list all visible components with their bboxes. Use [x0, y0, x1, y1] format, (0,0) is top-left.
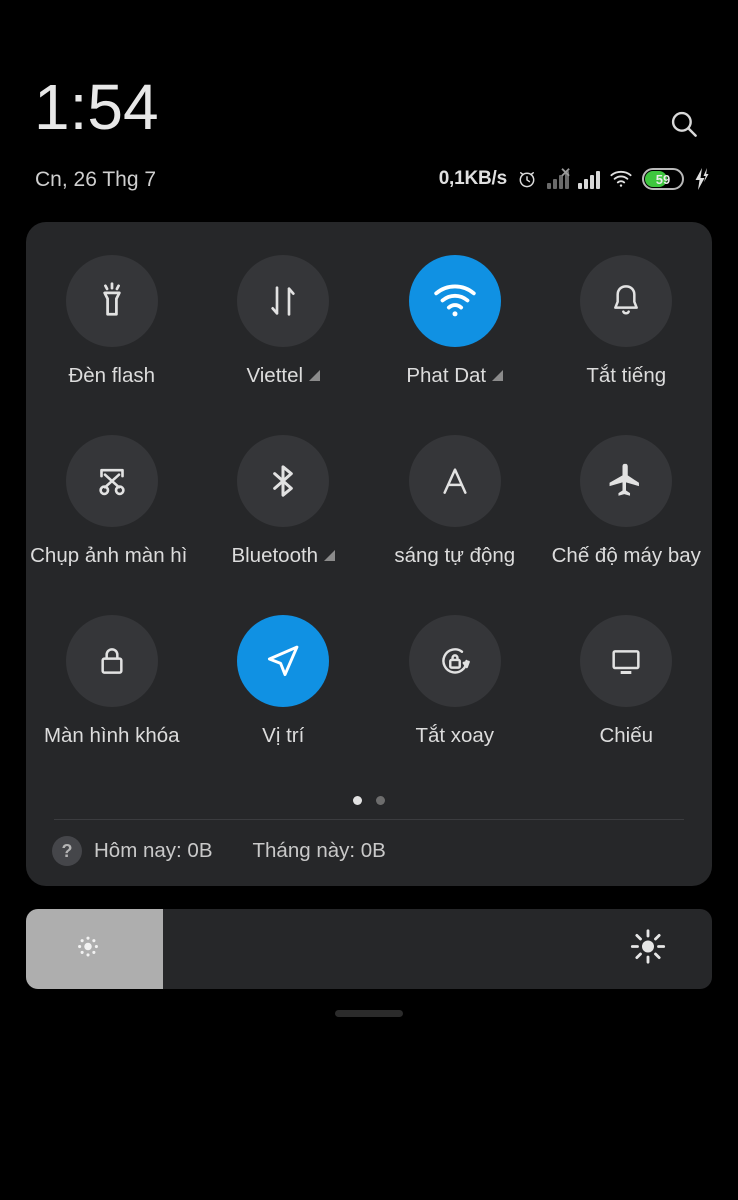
battery-percent-label: 59 [655, 171, 671, 187]
tile-screenshot[interactable]: Chụp ảnh màn hì [26, 432, 198, 612]
brightness-high-icon [628, 927, 668, 972]
tile-label: Tắt tiếng [586, 364, 667, 387]
quick-settings-panel: Đèn flash Viettel Phat Dat Tắt tiếng Chụ… [26, 222, 712, 886]
tile-row: Chụp ảnh màn hì Bluetooth sáng tự động C… [26, 432, 712, 612]
location-arrow-icon[interactable] [237, 615, 330, 707]
tile-mute[interactable]: Tắt tiếng [541, 252, 713, 432]
tile-wifi[interactable]: Phat Dat [369, 252, 541, 432]
rotation-lock-icon[interactable] [408, 615, 501, 707]
tile-row: Màn hình khóa Vị trí Tắt xoay Chiếu [26, 612, 712, 792]
chevron-expand-icon[interactable] [324, 549, 336, 561]
search-icon[interactable] [660, 100, 708, 148]
brightness-slider[interactable] [26, 909, 712, 989]
screenshot-icon[interactable] [65, 435, 158, 527]
clock: 1:54 [34, 71, 159, 143]
tile-label: Viettel [246, 364, 321, 388]
tile-label: Màn hình khóa [43, 724, 180, 747]
alarm-clock-icon [516, 168, 538, 190]
flashlight-icon[interactable] [65, 255, 158, 347]
tile-label: sáng tự động [394, 544, 516, 567]
data-usage-month: Tháng này: 0B [252, 839, 386, 862]
tile-label: Phat Dat [406, 364, 504, 388]
chevron-expand-icon[interactable] [492, 369, 504, 381]
network-speed-label: 0,1KB/s [438, 168, 508, 189]
tile-label: Chế độ máy bay [551, 544, 701, 567]
data-usage-bar[interactable]: ? Hôm nay: 0B Tháng này: 0B [52, 836, 386, 866]
divider [54, 819, 684, 820]
airplane-icon[interactable] [580, 435, 673, 527]
tile-location[interactable]: Vị trí [198, 612, 370, 792]
data-usage-today: Hôm nay: 0B [94, 839, 213, 862]
signal-bars-icon [578, 169, 600, 189]
tile-bluetooth[interactable]: Bluetooth [198, 432, 370, 612]
status-header: 1:54 Cn, 26 Thg 7 0,1KB/s ✕ 59 [0, 0, 738, 215]
tile-label: Chiếu [599, 724, 654, 747]
tile-auto-brightness[interactable]: sáng tự động [369, 432, 541, 612]
tile-cast[interactable]: Chiếu [541, 612, 713, 792]
tile-grid: Đèn flash Viettel Phat Dat Tắt tiếng Chụ… [26, 252, 712, 792]
quick-settings-screen: 1:54 Cn, 26 Thg 7 0,1KB/s ✕ 59 Đèn flash… [0, 0, 738, 1200]
page-dot-1[interactable] [353, 796, 362, 805]
tile-label: Chụp ảnh màn hì [30, 544, 188, 567]
page-indicator [26, 796, 712, 805]
bell-icon[interactable] [580, 255, 673, 347]
bluetooth-icon[interactable] [237, 435, 330, 527]
wifi-icon [609, 169, 633, 189]
cast-screen-icon[interactable] [580, 615, 673, 707]
mobile-data-icon[interactable] [237, 255, 330, 347]
tile-airplane-mode[interactable]: Chế độ máy bay [541, 432, 713, 612]
tile-label: Tắt xoay [415, 724, 495, 747]
charging-bolt-icon [693, 168, 712, 190]
signal-no-service-icon: ✕ [547, 166, 571, 189]
tile-lock-screen[interactable]: Màn hình khóa [26, 612, 198, 792]
battery-icon: 59 [642, 168, 684, 190]
chevron-expand-icon[interactable] [309, 369, 321, 381]
tile-flashlight[interactable]: Đèn flash [26, 252, 198, 432]
wifi-icon[interactable] [408, 255, 501, 347]
date-label: Cn, 26 Thg 7 [35, 168, 157, 191]
question-mark-icon[interactable]: ? [52, 836, 82, 866]
tile-row: Đèn flash Viettel Phat Dat Tắt tiếng [26, 252, 712, 432]
tile-label: Bluetooth [231, 544, 336, 568]
status-icons: 0,1KB/s ✕ 59 [439, 166, 712, 192]
tile-label: Đèn flash [68, 364, 156, 387]
home-indicator[interactable] [335, 1010, 403, 1017]
page-dot-2[interactable] [376, 796, 385, 805]
tile-mobile-data[interactable]: Viettel [198, 252, 370, 432]
lock-icon[interactable] [65, 615, 158, 707]
auto-brightness-icon[interactable] [408, 435, 501, 527]
tile-rotation-lock[interactable]: Tắt xoay [369, 612, 541, 792]
tile-label: Vị trí [262, 724, 305, 747]
brightness-low-icon [73, 932, 103, 967]
